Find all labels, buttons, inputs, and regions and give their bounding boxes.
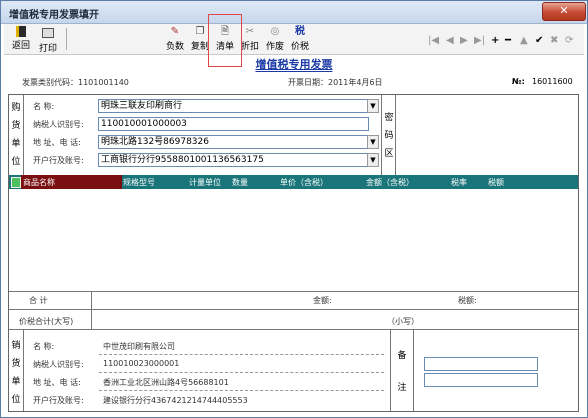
seller-address-value: 香洲工业北区洲山路4号56688101: [103, 378, 229, 387]
goods-grid-header: 商品名称 规格型号 计量单位 数量 单价（含税） 金额（含税） 税率 税额: [9, 175, 578, 189]
col-amount[interactable]: 金额（含税）: [366, 177, 414, 188]
col-quantity[interactable]: 数量: [232, 177, 248, 188]
close-button[interactable]: ✕: [542, 2, 586, 21]
seller-name-value: 中世茂印刷有限公司: [103, 342, 175, 351]
discount-button[interactable]: ✂ 折扣: [239, 26, 261, 52]
edit-icon[interactable]: ▲: [520, 35, 528, 46]
cancel-icon[interactable]: ✖: [550, 35, 558, 46]
seller-address-label: 地 址、电 话:: [33, 378, 81, 387]
next-record-icon[interactable]: ▶: [460, 35, 468, 46]
print-button[interactable]: 打印: [36, 26, 60, 54]
divider: [9, 329, 578, 330]
seller-side-label-4: 位: [11, 395, 21, 405]
total-label: 合 计: [29, 296, 48, 305]
divider: [413, 329, 414, 411]
discount-icon: ✂: [245, 26, 255, 37]
col-unit-price[interactable]: 单价（含税）: [280, 177, 328, 188]
invoice-title-text: 增值税专用发票: [255, 58, 333, 71]
remark-field-2[interactable]: [424, 373, 538, 387]
seller-bank-label: 开户行及账号:: [33, 396, 84, 405]
buyer-address-label: 地 址、电 话:: [33, 138, 81, 147]
divider: [99, 372, 384, 373]
close-icon: ✕: [559, 4, 569, 17]
category-code: 发票类别代码：1101001140: [22, 78, 129, 87]
invoice-date: 开票日期：2011年4月6日: [288, 78, 383, 87]
negative-label: 负数: [165, 42, 184, 52]
col-spec[interactable]: 规格型号: [123, 177, 155, 188]
void-label: 作废: [265, 42, 284, 52]
add-icon[interactable]: +: [491, 35, 499, 46]
disc-icon: ◎: [270, 26, 280, 37]
divider: [9, 291, 578, 292]
divider: [91, 291, 92, 309]
discount-label: 折扣: [240, 42, 259, 52]
tax-icon: 税: [295, 26, 305, 37]
tax-price-label: 价税: [290, 42, 309, 52]
back-label: 返回: [11, 41, 30, 51]
invoice-title: 增值税专用发票: [0, 56, 588, 72]
buyer-address-field[interactable]: 明珠北路132号86978326: [98, 135, 369, 149]
divider: [91, 309, 92, 329]
negative-button[interactable]: ✎ 负数: [164, 26, 186, 52]
buyer-bank-label: 开户行及账号:: [33, 156, 84, 165]
refresh-icon[interactable]: ⟳: [565, 35, 573, 46]
col-tax-amount[interactable]: 税额: [488, 177, 504, 188]
divider: [23, 329, 24, 411]
title-bar: 增值税专用发票填开 ✕: [1, 1, 587, 24]
buyer-side-label-4: 位: [11, 157, 21, 167]
chevron-down-icon[interactable]: ▼: [367, 99, 379, 113]
print-label: 打印: [38, 44, 57, 54]
total-tax-label: 税额:: [458, 296, 477, 305]
toolbar: 返回 打印 ✎ 负数 ❐ 复制 🗎 清单 ✂ 折扣 ◎ 作废 税 价税 |◀ ◀…: [4, 24, 584, 55]
buyer-taxid-label: 纳税人识别号:: [33, 120, 84, 129]
buyer-bank-field[interactable]: 工商银行分行9558801001136563175: [98, 153, 369, 167]
chevron-down-icon[interactable]: ▼: [367, 135, 379, 149]
last-record-icon[interactable]: ▶|: [474, 35, 485, 46]
pen-icon: ✎: [170, 26, 180, 37]
col-unit[interactable]: 计量单位: [189, 177, 221, 188]
sum-in-figures-label: （小写）: [387, 317, 419, 326]
printer-icon: [42, 28, 54, 38]
window-title: 增值税专用发票填开: [9, 10, 99, 21]
chevron-down-icon[interactable]: ▼: [367, 153, 379, 167]
back-button[interactable]: 返回: [10, 26, 32, 52]
copy-icon: ❐: [195, 26, 205, 37]
toolbar-divider: [66, 28, 67, 50]
remark-label-1: 备: [397, 351, 407, 361]
divider: [390, 329, 391, 411]
void-button[interactable]: ◎ 作废: [264, 26, 286, 52]
invoice-form: 购 货 单 位 名 称: 明珠三联友印刷商行 ▼ 纳税人识别号: 1100100…: [8, 94, 579, 412]
divider: [23, 95, 24, 175]
total-amount-label: 金额:: [313, 296, 332, 305]
remark-field-1[interactable]: [424, 357, 538, 371]
first-record-icon[interactable]: |◀: [428, 35, 439, 46]
door-icon: [16, 26, 26, 37]
buyer-name-field[interactable]: 明珠三联友印刷商行: [98, 99, 369, 113]
divider: [99, 354, 384, 355]
col-goods-name[interactable]: 商品名称: [23, 177, 55, 188]
confirm-icon[interactable]: ✔: [535, 35, 543, 46]
prev-record-icon[interactable]: ◀: [446, 35, 454, 46]
invoice-number: 16011600: [532, 77, 573, 86]
seller-bank-value: 建设银行分行4367421214744405553: [103, 396, 248, 405]
divider: [99, 390, 384, 391]
delete-icon[interactable]: ━: [505, 35, 511, 46]
remark-label-2: 注: [397, 383, 407, 393]
sum-in-words-label: 价税合计(大写): [19, 317, 74, 326]
seller-taxid-value: 110010023000001: [103, 359, 180, 368]
buyer-taxid-field[interactable]: 110010001000003: [98, 117, 369, 131]
seller-taxid-label: 纳税人识别号:: [33, 360, 84, 369]
password-area-label-3: 区: [384, 149, 394, 159]
select-all-checkbox[interactable]: [11, 177, 21, 188]
buyer-name-label: 名 称:: [33, 102, 55, 111]
invoice-number-label: №:: [512, 77, 525, 86]
divider: [9, 309, 578, 310]
seller-name-label: 名 称:: [33, 342, 55, 351]
tax-price-button[interactable]: 税 价税: [289, 26, 311, 52]
col-tax-rate[interactable]: 税率: [451, 177, 467, 188]
